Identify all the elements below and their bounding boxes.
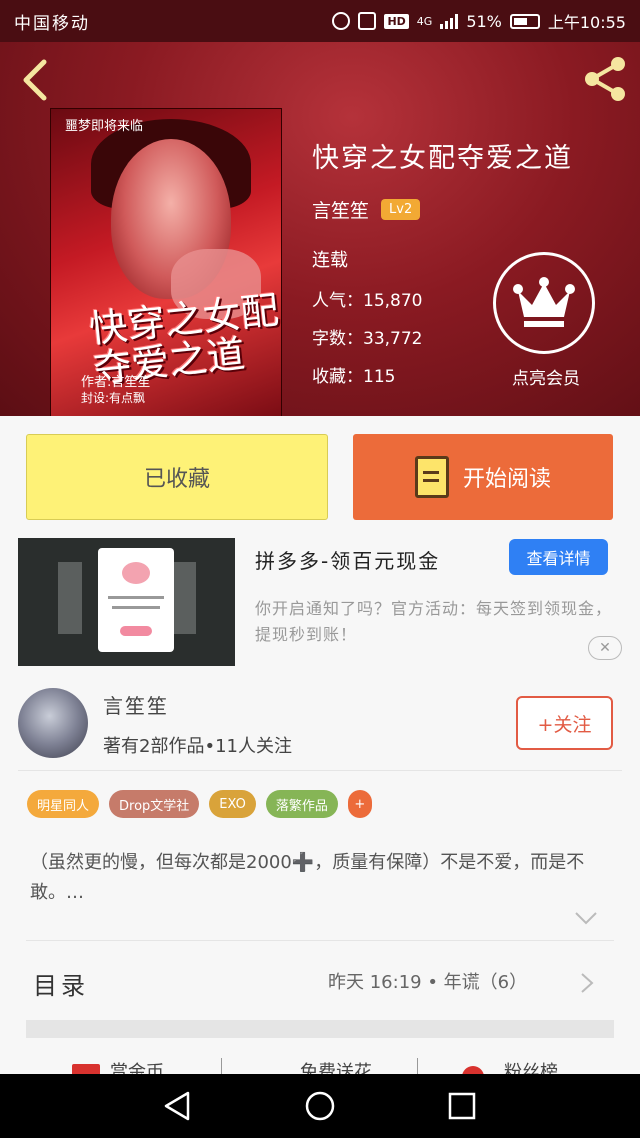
book-cover[interactable]: 噩梦即将来临 快穿之女配夺爱之道 作者:言笙笙 封设:有点飘 (50, 108, 282, 416)
ad-image-line (108, 596, 164, 599)
crown-icon (513, 277, 575, 327)
author-name[interactable]: 言笙笙 (103, 690, 169, 719)
ad-image-side (58, 562, 82, 634)
close-icon: ✕ (599, 640, 611, 656)
circle-home-icon (305, 1091, 335, 1121)
catalog-label[interactable]: 目录 (33, 966, 89, 1001)
tag-item[interactable]: Drop文学社 (109, 790, 200, 818)
catalog-chevron[interactable] (580, 972, 594, 994)
level-badge: Lv2 (381, 199, 421, 220)
divider (26, 940, 614, 941)
back-button[interactable] (18, 58, 54, 102)
square-recents-icon (448, 1092, 476, 1120)
ad-description: 你开启通知了吗？官方活动：每天签到领现金，提现秒到账！ (255, 599, 613, 644)
book-description: （虽然更的慢，但每次都是2000➕，质量有保障）不是不爱，而是不敢。… (30, 852, 585, 903)
share-button[interactable] (580, 54, 630, 104)
collected-button[interactable]: 已收藏 (26, 434, 328, 520)
chevron-down-icon (575, 912, 597, 925)
tab-free-flower[interactable]: 免费送花 (300, 1058, 372, 1074)
status-bar: 中国移动 HD 4G 51% 上午10:55 (0, 0, 640, 42)
tag-list: 明星同人 Drop文学社 EXO 落繁作品 + (27, 790, 372, 818)
fans-icon (462, 1066, 484, 1074)
ad-title[interactable]: 拼多多-领百元现金 (255, 545, 440, 574)
cover-top-text: 噩梦即将来临 (65, 119, 144, 134)
ad-image-flower (122, 562, 150, 584)
tag-more-button[interactable]: + (347, 790, 372, 818)
battery-icon (509, 13, 540, 29)
tab-reward[interactable]: 赏金币 (110, 1058, 164, 1074)
vip-button[interactable] (493, 252, 595, 354)
network-label: 4G (416, 14, 433, 28)
nav-home-button[interactable] (304, 1090, 336, 1122)
status-icons: HD 4G 51% 上午10:55 (332, 9, 626, 33)
author-avatar[interactable] (18, 688, 88, 758)
nav-back-button[interactable] (162, 1090, 194, 1122)
triangle-back-icon (164, 1091, 190, 1121)
favorites-count: 收藏：115 (312, 367, 396, 387)
author-stats: 著有2部作品•11人关注 (103, 736, 292, 757)
book-icon (414, 456, 449, 498)
divider (18, 770, 622, 771)
serial-status: 连载 (312, 250, 348, 271)
chevron-right-icon (581, 973, 594, 993)
tab-fans-rank[interactable]: 粉丝榜 (504, 1058, 558, 1074)
start-reading-label: 开始阅读 (462, 467, 551, 492)
tag-item[interactable]: EXO (209, 790, 256, 818)
chevron-left-icon (23, 59, 47, 101)
battery-percent: 51% (466, 11, 502, 31)
bottom-tabs: 赏金币 免费送花 粉丝榜 (0, 1050, 640, 1074)
tag-item[interactable]: 明星同人 (27, 790, 100, 818)
cover-author: 作者:言笙笙 (81, 375, 151, 390)
tab-separator (221, 1058, 222, 1074)
ad-image-pill (120, 626, 152, 636)
mute-icon (358, 12, 377, 30)
start-reading-button[interactable]: 开始阅读 (353, 434, 613, 520)
ad-image-side (172, 562, 196, 634)
share-icon (585, 57, 625, 101)
book-header: 噩梦即将来临 快穿之女配夺爱之道 作者:言笙笙 封设:有点飘 快穿之女配夺爱之道… (0, 42, 640, 416)
tag-item[interactable]: 落繁作品 (265, 790, 338, 818)
expand-button[interactable] (574, 910, 598, 925)
vip-label[interactable]: 点亮会员 (496, 364, 596, 389)
cover-designer: 封设:有点飘 (81, 391, 146, 405)
tab-separator (417, 1058, 418, 1074)
nav-recents-button[interactable] (446, 1090, 478, 1122)
book-title: 快穿之女配夺爱之道 (312, 143, 573, 174)
signal-icon (440, 13, 459, 29)
ad-detail-button[interactable]: 查看详情 (509, 539, 608, 575)
popularity: 人气：15,870 (312, 291, 423, 311)
ad-image-dialog (98, 548, 174, 652)
nfc-icon (332, 12, 351, 30)
hd-icon: HD (384, 13, 409, 29)
carrier-label: 中国移动 (14, 13, 90, 34)
catalog-latest[interactable]: 昨天 16:19 • 年谎（6） (328, 968, 527, 994)
ad-close-button[interactable]: ✕ (588, 636, 622, 660)
collected-label: 已收藏 (143, 467, 210, 492)
author-row: 言笙笙 Lv2 (312, 196, 421, 223)
ad-image[interactable] (18, 538, 235, 666)
clock: 上午10:55 (547, 13, 626, 32)
ad-image-line (112, 606, 160, 609)
section-separator (26, 1020, 614, 1038)
reward-icon (72, 1064, 100, 1074)
follow-button[interactable]: +关注 (516, 696, 613, 750)
word-count: 字数：33,772 (312, 329, 423, 349)
system-nav-bar (0, 1074, 640, 1138)
book-author[interactable]: 言笙笙 (312, 196, 369, 223)
